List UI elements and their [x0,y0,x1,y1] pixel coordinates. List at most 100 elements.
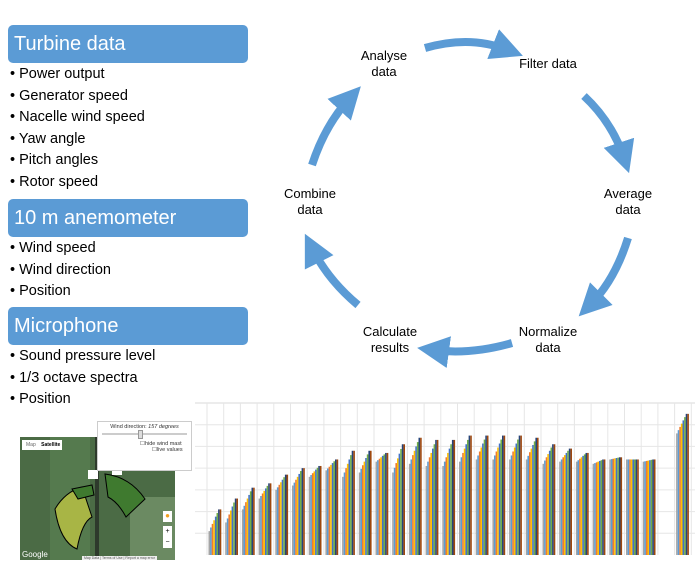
bar [565,452,568,555]
bar [442,465,444,555]
arrow-icon [304,233,361,309]
zoom-out-button[interactable]: − [163,537,172,548]
wind-panel: Wind direction: 157 degrees ☐hide wind m… [97,421,192,471]
bar [468,435,471,555]
bar [365,458,367,555]
bar [278,484,281,555]
wind-direction-slider[interactable] [102,430,187,439]
bar [550,447,553,555]
bar [383,454,386,555]
bar [386,452,389,555]
bar [228,514,230,555]
bar [682,420,685,555]
bar [298,473,300,555]
arrow-icon [578,236,632,317]
bar [293,482,296,555]
bar [617,457,619,555]
bar [482,443,484,555]
bar [544,460,546,555]
bar [677,430,680,555]
bar [545,457,548,555]
bar [375,461,378,555]
bar [253,487,255,555]
bar [308,476,311,555]
bar [418,437,421,555]
bar [412,455,414,555]
bar [346,463,349,555]
bar [260,496,262,555]
bar [416,442,419,555]
bar [618,457,621,555]
bar [680,423,683,555]
bar [679,426,681,555]
bar [626,459,628,555]
pegman-icon[interactable]: ● [163,511,172,522]
bar [634,459,636,555]
bar [592,463,595,555]
bar [350,455,352,555]
bar [292,485,294,555]
bar [462,452,464,555]
bar [492,459,494,555]
bar [559,461,561,555]
bar [443,461,446,555]
bar [642,461,645,555]
bar [275,489,277,555]
bar [553,444,556,555]
bar [517,439,519,555]
bar [637,459,639,555]
bar [295,479,297,555]
bar [280,482,282,555]
bar [283,477,285,555]
cycle-arrows [304,29,635,368]
bar [284,474,287,555]
bar [445,457,448,555]
bar [428,457,431,555]
bar [547,454,549,555]
bar [330,464,332,555]
bar [460,457,463,555]
bar [652,459,654,555]
bar [360,468,362,555]
zoom-in-button[interactable]: + [163,526,172,537]
bar [635,459,638,555]
bar [448,448,451,555]
bar [230,510,232,555]
bar [370,450,372,555]
arrow-icon [308,86,361,167]
bar [542,463,545,555]
microphone-marker-icon[interactable] [88,470,98,479]
step-filter: Filter data [519,56,577,71]
bar [325,470,327,555]
bar [363,461,366,555]
bar [580,457,583,555]
bar [610,459,613,555]
bar [575,461,578,555]
bar [300,471,302,555]
bar [530,448,533,555]
bar [219,509,222,555]
bar [231,506,234,555]
bar [676,433,678,555]
bar [585,452,588,555]
bar [685,413,688,555]
bar [251,487,254,555]
bar [432,448,434,555]
bar [336,459,339,555]
arrow-icon [417,336,514,368]
bar [627,459,630,555]
bar [286,474,289,555]
bar [234,498,237,555]
bar [570,448,572,555]
bar [500,439,502,555]
bar [415,446,417,555]
step-analyse: Analyse data [360,48,408,79]
bar [276,487,279,555]
bar [527,455,529,555]
bar [467,439,469,555]
bar [582,455,584,555]
bar [495,451,498,555]
bar [498,443,501,555]
bar [265,488,267,555]
map-footer[interactable]: Map Data | Terms of Use | Report a map e… [82,556,158,560]
